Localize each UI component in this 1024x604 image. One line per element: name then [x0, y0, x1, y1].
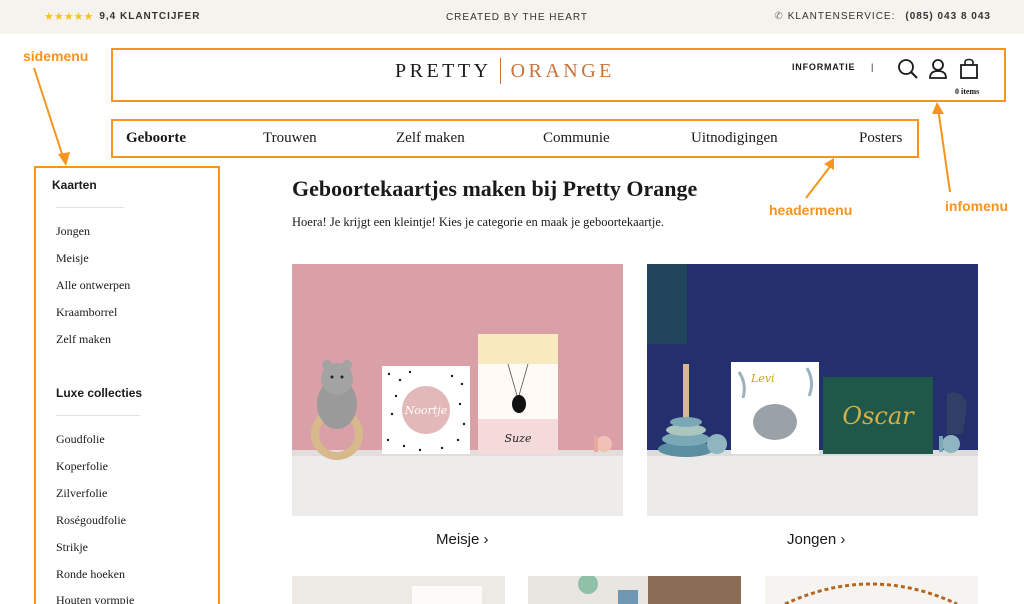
category-image-meisje[interactable]: Noortje Suze: [292, 264, 623, 516]
sidebar-link-zilverfolie[interactable]: Zilverfolie: [56, 486, 107, 501]
informatie-link[interactable]: INFORMATIE: [792, 62, 855, 72]
user-icon[interactable]: [928, 58, 948, 80]
nav-item-zelf-maken[interactable]: Zelf maken: [396, 130, 465, 147]
phone-icon: ✆: [774, 11, 784, 22]
nav-item-geboorte[interactable]: Geboorte: [126, 130, 186, 147]
phone-number[interactable]: (085) 043 8 043: [905, 11, 991, 22]
nav-item-trouwen[interactable]: Trouwen: [263, 130, 317, 147]
row2-photo-3: [765, 576, 978, 604]
category-image-row2-1[interactable]: [292, 576, 505, 604]
sidebar-link-koperfolie[interactable]: Koperfolie: [56, 459, 108, 474]
search-icon[interactable]: [897, 58, 919, 80]
card-name-noortje: Noortje: [404, 404, 448, 417]
annotation-headermenu-label: headermenu: [769, 202, 853, 218]
annotation-sidemenu-label: sidemenu: [23, 48, 89, 64]
category-link-meisje[interactable]: Meisje ›: [436, 531, 489, 548]
sidebar-link-houten-vormpje[interactable]: Houten vormpje: [56, 593, 134, 604]
category-link-jongen[interactable]: Jongen ›: [787, 531, 845, 548]
logo[interactable]: PRETTY ORANGE: [395, 58, 615, 84]
annotation-infomenu-label: infomenu: [945, 198, 1008, 214]
headermenu-highlight-box: [111, 119, 919, 158]
nav-item-posters[interactable]: Posters: [859, 130, 902, 147]
logo-pretty: PRETTY: [395, 59, 492, 82]
cart-count[interactable]: 0 items: [955, 87, 979, 96]
category-image-row2-3[interactable]: [765, 576, 978, 604]
customer-service[interactable]: ✆ KLANTENSERVICE: (085) 043 8 043: [774, 11, 991, 22]
bag-icon[interactable]: [959, 58, 979, 80]
sidebar-link-rosegoudfolie[interactable]: Roségoudfolie: [56, 513, 126, 528]
sidebar-heading-kaarten: Kaarten: [52, 178, 97, 192]
logo-separator: [499, 58, 501, 84]
nav-item-uitnodigingen[interactable]: Uitnodigingen: [691, 130, 778, 147]
sidebar-divider: [56, 207, 124, 208]
row2-photo-1: [292, 576, 505, 604]
card-name-levi: Levi: [750, 372, 775, 385]
page-intro: Hoera! Je krijgt een kleintje! Kies je c…: [292, 215, 665, 229]
meisje-photo: Noortje Suze: [292, 264, 623, 516]
jongen-photo: Levi Oscar: [647, 264, 978, 516]
logo-orange: ORANGE: [510, 59, 615, 82]
card-name-suze: Suze: [505, 432, 532, 445]
sidebar-divider: [56, 415, 140, 416]
sidebar-link-goudfolie[interactable]: Goudfolie: [56, 432, 105, 447]
service-label: KLANTENSERVICE:: [787, 11, 896, 22]
sidebar-link-ronde-hoeken[interactable]: Ronde hoeken: [56, 567, 125, 582]
nav-item-communie[interactable]: Communie: [543, 130, 610, 147]
page-title: Geboortekaartjes maken bij Pretty Orange: [292, 176, 698, 201]
sidebar-link-zelf-maken[interactable]: Zelf maken: [56, 332, 111, 347]
sidebar-link-alle-ontwerpen[interactable]: Alle ontwerpen: [56, 278, 130, 293]
category-image-row2-2[interactable]: [528, 576, 741, 604]
sidebar-link-strikje[interactable]: Strikje: [56, 540, 88, 555]
card-name-oscar: Oscar: [842, 402, 915, 430]
sidebar-link-meisje[interactable]: Meisje: [56, 251, 89, 266]
row2-photo-2: [528, 576, 741, 604]
top-bar: ★★★★★ 9,4 KLANTCIJFER CREATED BY THE HEA…: [0, 0, 1024, 34]
sidebar-link-jongen[interactable]: Jongen: [56, 224, 90, 239]
sidebar-heading-luxe-collecties: Luxe collecties: [56, 386, 143, 400]
category-image-jongen[interactable]: Levi Oscar: [647, 264, 978, 516]
sidebar-link-kraamborrel[interactable]: Kraamborrel: [56, 305, 117, 320]
info-divider: |: [871, 62, 874, 72]
